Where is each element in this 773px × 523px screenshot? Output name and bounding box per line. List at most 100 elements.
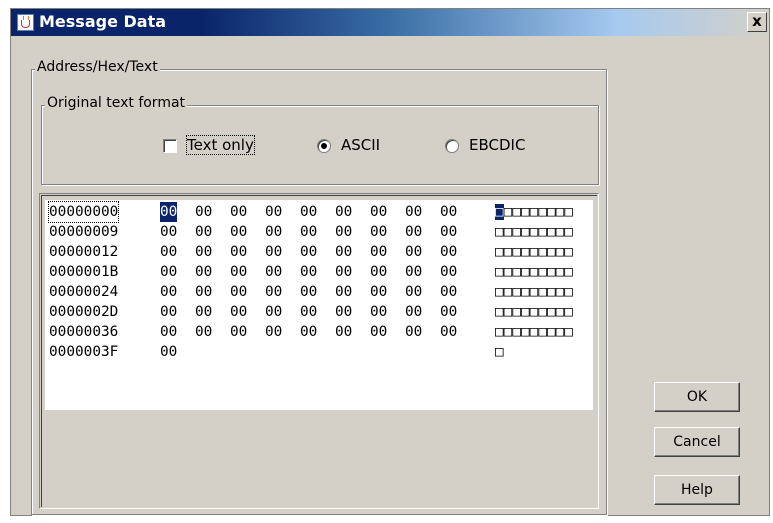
hex-row[interactable]: 00000024 00 00 00 00 00 00 00 00 00 □□□□□□□□□ bbox=[45, 282, 593, 302]
hex-byte[interactable]: 00 bbox=[265, 262, 282, 282]
hex-row[interactable]: 00000012 00 00 00 00 00 00 00 00 00 □□□□□□□□□ bbox=[45, 242, 593, 262]
hex-byte[interactable]: 00 bbox=[230, 262, 247, 282]
hex-row-text[interactable]: □□□□□□□□□ bbox=[495, 322, 573, 342]
hex-byte[interactable]: 00 bbox=[230, 242, 247, 262]
hex-byte[interactable]: 00 bbox=[160, 242, 177, 262]
hex-byte[interactable]: 00 bbox=[335, 322, 352, 342]
ebcdic-radio[interactable] bbox=[445, 139, 459, 153]
hex-byte[interactable]: 00 bbox=[300, 322, 317, 342]
hex-byte[interactable]: 00 bbox=[300, 282, 317, 302]
hex-byte[interactable]: 00 bbox=[230, 222, 247, 242]
hex-byte[interactable]: 00 bbox=[440, 282, 457, 302]
hex-byte[interactable]: 00 bbox=[160, 202, 178, 222]
hex-row-text[interactable]: □□□□□□□□□ bbox=[495, 302, 573, 322]
hex-row[interactable]: 00000000 00 00 00 00 00 00 00 00 00 □□□□□□□□□ bbox=[45, 201, 593, 223]
text-only-label[interactable]: Text only bbox=[186, 135, 255, 155]
hex-byte[interactable]: 00 bbox=[440, 242, 457, 262]
cancel-button[interactable]: Cancel bbox=[654, 427, 740, 457]
hex-byte[interactable]: 00 bbox=[405, 302, 422, 322]
hex-byte[interactable]: 00 bbox=[160, 262, 177, 282]
hex-byte[interactable]: 00 bbox=[335, 202, 352, 222]
hex-byte[interactable]: 00 bbox=[300, 202, 317, 222]
hex-byte[interactable]: 00 bbox=[265, 202, 282, 222]
hex-byte[interactable]: 00 bbox=[160, 282, 177, 302]
hex-byte[interactable]: 00 bbox=[265, 302, 282, 322]
hex-byte[interactable]: 00 bbox=[195, 202, 212, 222]
title-bar[interactable]: Message Data x bbox=[11, 9, 769, 36]
hex-row-text[interactable]: □□□□□□□□□ bbox=[495, 262, 573, 282]
hex-byte[interactable]: 00 bbox=[160, 302, 177, 322]
hex-row-address: 0000001B bbox=[49, 264, 119, 280]
hex-byte[interactable]: 00 bbox=[370, 222, 387, 242]
hex-row-text[interactable]: □□□□□□□□□ bbox=[495, 242, 573, 262]
hex-byte[interactable]: 00 bbox=[265, 242, 282, 262]
hex-byte[interactable]: 00 bbox=[195, 322, 212, 342]
hex-byte[interactable]: 00 bbox=[370, 302, 387, 322]
ascii-radio[interactable] bbox=[317, 139, 331, 153]
help-button[interactable]: Help bbox=[654, 475, 740, 505]
hex-byte[interactable]: 00 bbox=[195, 282, 212, 302]
hex-byte[interactable]: 00 bbox=[160, 322, 177, 342]
hex-byte[interactable]: 00 bbox=[195, 242, 212, 262]
hex-byte[interactable]: 00 bbox=[440, 262, 457, 282]
hex-row-address: 00000024 bbox=[49, 284, 119, 300]
hex-row-address: 0000003F bbox=[49, 344, 119, 360]
hex-byte[interactable]: 00 bbox=[300, 302, 317, 322]
hex-row[interactable]: 00000036 00 00 00 00 00 00 00 00 00 □□□□□□□□□ bbox=[45, 322, 593, 342]
hex-byte[interactable]: 00 bbox=[405, 262, 422, 282]
hex-byte[interactable]: 00 bbox=[370, 282, 387, 302]
hex-byte[interactable]: 00 bbox=[440, 302, 457, 322]
hex-byte[interactable]: 00 bbox=[195, 222, 212, 242]
hex-byte[interactable]: 00 bbox=[160, 222, 177, 242]
hex-byte[interactable]: 00 bbox=[405, 242, 422, 262]
hex-byte[interactable]: 00 bbox=[265, 222, 282, 242]
ascii-label[interactable]: ASCII bbox=[341, 136, 380, 154]
hex-row-text[interactable]: □□□□□□□□□ bbox=[495, 202, 573, 222]
hex-byte[interactable]: 00 bbox=[230, 302, 247, 322]
hex-byte[interactable]: 00 bbox=[230, 282, 247, 302]
hex-byte[interactable]: 00 bbox=[195, 302, 212, 322]
hex-byte[interactable]: 00 bbox=[335, 302, 352, 322]
hex-view[interactable]: 00000000 00 00 00 00 00 00 00 00 00 □□□□□□□□□ 00000… bbox=[45, 200, 593, 410]
hex-byte[interactable]: 00 bbox=[300, 262, 317, 282]
address-hex-text-legend: Address/Hex/Text bbox=[35, 59, 160, 75]
hex-byte[interactable]: 00 bbox=[335, 242, 352, 262]
hex-byte[interactable]: 00 bbox=[370, 262, 387, 282]
close-button[interactable]: x bbox=[747, 12, 767, 32]
original-text-format-legend: Original text format bbox=[45, 95, 188, 111]
hex-byte[interactable]: 00 bbox=[265, 322, 282, 342]
hex-row[interactable]: 00000009 00 00 00 00 00 00 00 00 00 □□□□□□□□□ bbox=[45, 222, 593, 242]
hex-row[interactable]: 0000002D 00 00 00 00 00 00 00 00 00 □□□□□□□□□ bbox=[45, 302, 593, 322]
hex-byte[interactable]: 00 bbox=[230, 202, 247, 222]
hex-byte[interactable]: 00 bbox=[335, 282, 352, 302]
hex-row-text[interactable]: □□□□□□□□□ bbox=[495, 222, 573, 242]
hex-byte[interactable]: 00 bbox=[230, 322, 247, 342]
text-only-checkbox[interactable] bbox=[163, 139, 177, 153]
hex-byte[interactable]: 00 bbox=[405, 322, 422, 342]
hex-byte[interactable]: 00 bbox=[335, 262, 352, 282]
ok-button[interactable]: OK bbox=[654, 382, 740, 412]
hex-row[interactable]: 0000003F 00 □ bbox=[45, 342, 593, 362]
hex-byte[interactable]: 00 bbox=[440, 222, 457, 242]
hex-row-text[interactable]: □ bbox=[495, 342, 504, 362]
hex-byte[interactable]: 00 bbox=[300, 222, 317, 242]
hex-byte[interactable]: 00 bbox=[370, 242, 387, 262]
hex-row[interactable]: 0000001B 00 00 00 00 00 00 00 00 00 □□□□□□□□□ bbox=[45, 262, 593, 282]
hex-byte[interactable]: 00 bbox=[195, 262, 212, 282]
hex-byte[interactable]: 00 bbox=[160, 342, 177, 362]
hex-row-address: 00000000 bbox=[47, 201, 120, 223]
hex-byte[interactable]: 00 bbox=[405, 202, 422, 222]
hex-byte[interactable]: 00 bbox=[335, 222, 352, 242]
java-cup-icon bbox=[17, 14, 34, 31]
hex-row-address: 00000036 bbox=[49, 324, 119, 340]
hex-byte[interactable]: 00 bbox=[370, 202, 387, 222]
hex-byte[interactable]: 00 bbox=[300, 242, 317, 262]
hex-row-text[interactable]: □□□□□□□□□ bbox=[495, 282, 573, 302]
ebcdic-label[interactable]: EBCDIC bbox=[469, 136, 525, 154]
hex-byte[interactable]: 00 bbox=[265, 282, 282, 302]
hex-byte[interactable]: 00 bbox=[405, 282, 422, 302]
hex-byte[interactable]: 00 bbox=[370, 322, 387, 342]
hex-byte[interactable]: 00 bbox=[440, 322, 457, 342]
hex-byte[interactable]: 00 bbox=[405, 222, 422, 242]
hex-byte[interactable]: 00 bbox=[440, 202, 457, 222]
